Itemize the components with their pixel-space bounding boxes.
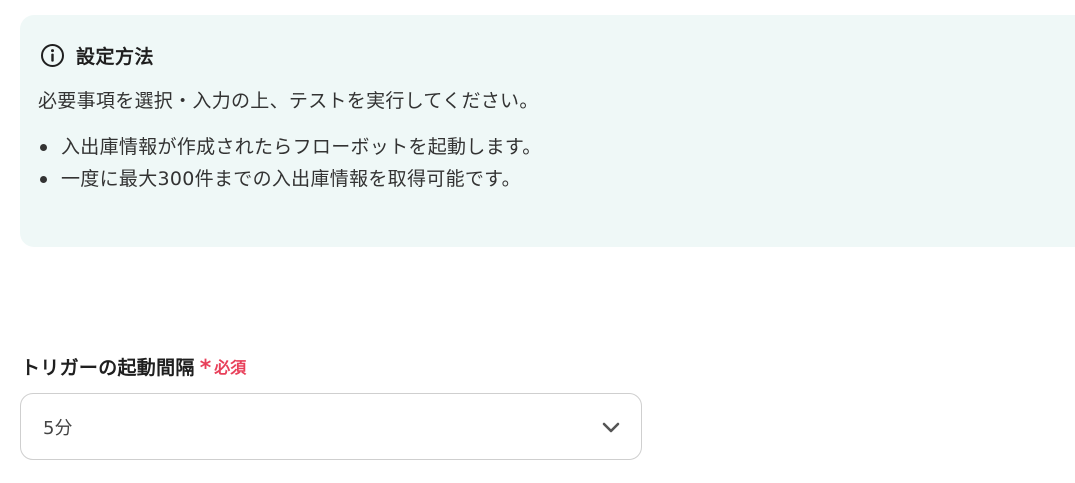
required-badge: 必須 — [214, 358, 247, 377]
required-asterisk: * — [199, 356, 212, 381]
bullet-icon — [40, 176, 47, 183]
trigger-interval-label-row: トリガーの起動間隔 * 必須 — [21, 352, 246, 380]
info-description: 必要事項を選択・入力の上、テストを実行してください。 — [38, 90, 539, 112]
chevron-down-icon[interactable] — [601, 418, 621, 438]
list-item-text: 一度に最大300件までの入出庫情報を取得可能です。 — [61, 168, 521, 190]
list-item-text: 入出庫情報が作成されたらフローボットを起動します。 — [61, 136, 542, 158]
trigger-interval-select[interactable]: 5分 — [20, 393, 642, 460]
info-circle-icon — [40, 43, 65, 68]
info-header: 設定方法 — [40, 42, 154, 68]
list-item: 入出庫情報が作成されたらフローボットを起動します。 — [40, 131, 542, 163]
trigger-interval-label: トリガーの起動間隔 — [21, 356, 195, 379]
bullet-icon — [40, 144, 47, 151]
select-value: 5分 — [43, 418, 73, 439]
list-item: 一度に最大300件までの入出庫情報を取得可能です。 — [40, 163, 542, 195]
info-title: 設定方法 — [76, 45, 155, 68]
info-list: 入出庫情報が作成されたらフローボットを起動します。 一度に最大300件までの入出… — [40, 131, 542, 195]
